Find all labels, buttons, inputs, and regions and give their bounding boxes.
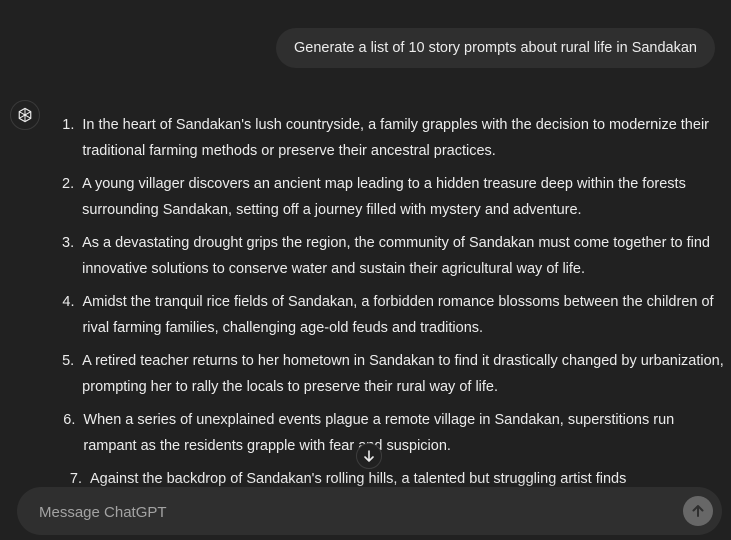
list-item: 6. When a series of unexplained events p… (62, 407, 728, 459)
user-message-bubble: Generate a list of 10 story prompts abou… (276, 28, 715, 68)
message-input[interactable] (37, 487, 661, 537)
list-item-number: 3. (62, 235, 75, 251)
list-item-number: 2. (62, 176, 75, 192)
list-item-text: A young villager discovers an ancient ma… (82, 176, 686, 218)
arrow-down-icon (364, 450, 374, 462)
list-item-text: In the heart of Sandakan's lush countrys… (82, 117, 709, 159)
list-item-text: When a series of unexplained events plag… (83, 412, 675, 454)
list-item: 1. In the heart of Sandakan's lush count… (62, 112, 728, 164)
user-message-text: Generate a list of 10 story prompts abou… (294, 40, 697, 56)
list-item-text: As a devastating drought grips the regio… (82, 235, 710, 277)
chat-page: Generate a list of 10 story prompts abou… (0, 0, 731, 540)
scroll-down-button[interactable] (356, 443, 382, 469)
list-item: 3. As a devastating drought grips the re… (62, 230, 728, 282)
list-item: 2. A young villager discovers an ancient… (62, 171, 728, 223)
message-composer (17, 487, 722, 537)
list-item-text: A retired teacher returns to her hometow… (82, 353, 724, 395)
send-button[interactable] (683, 496, 713, 526)
arrow-up-icon (692, 505, 704, 517)
list-item-number: 4. (62, 294, 75, 310)
list-item-number: 6. (63, 412, 76, 428)
openai-logo-icon (10, 100, 40, 130)
list-item-number: 1. (62, 117, 75, 133)
list-item: 5. A retired teacher returns to her home… (62, 348, 728, 400)
assistant-response-list: 1. In the heart of Sandakan's lush count… (62, 112, 728, 499)
list-item-text: Amidst the tranquil rice fields of Sanda… (82, 294, 714, 336)
list-item: 4. Amidst the tranquil rice fields of Sa… (62, 289, 728, 341)
list-item-number: 5. (62, 353, 75, 369)
